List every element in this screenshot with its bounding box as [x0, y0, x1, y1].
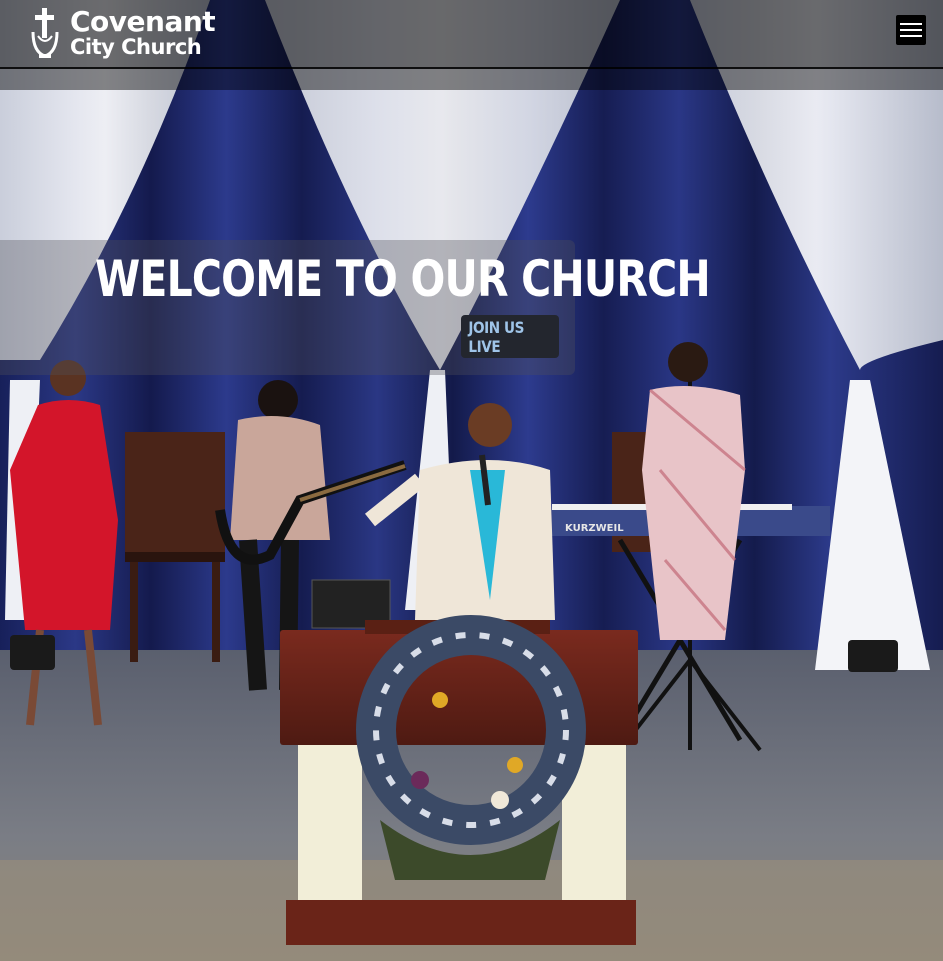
keyboard-brand-label: KURZWEIL: [565, 523, 624, 534]
hamburger-menu-icon-bar: [900, 29, 922, 31]
brand-name: Covenant City Church: [70, 5, 216, 59]
hero-background: KURZWEIL: [0, 0, 943, 961]
welcome-heading: WELCOME TO OUR CHURCH: [95, 250, 711, 308]
hamburger-menu-icon-bar: [900, 35, 922, 37]
church-cross-logo-icon: [31, 8, 59, 58]
stage-scene-image: KURZWEIL: [0, 0, 943, 961]
site-logo[interactable]: Covenant City Church: [28, 5, 216, 60]
join-us-live-button[interactable]: JOIN US LIVE: [461, 315, 559, 358]
hamburger-menu-button[interactable]: [896, 15, 926, 45]
brand-name-line2: City Church: [70, 35, 202, 59]
header-shadow-bar: [0, 69, 943, 90]
hamburger-menu-icon: [900, 23, 922, 25]
join-us-live-label: JOIN US LIVE: [468, 317, 525, 356]
brand-name-line1: Covenant: [70, 5, 216, 38]
